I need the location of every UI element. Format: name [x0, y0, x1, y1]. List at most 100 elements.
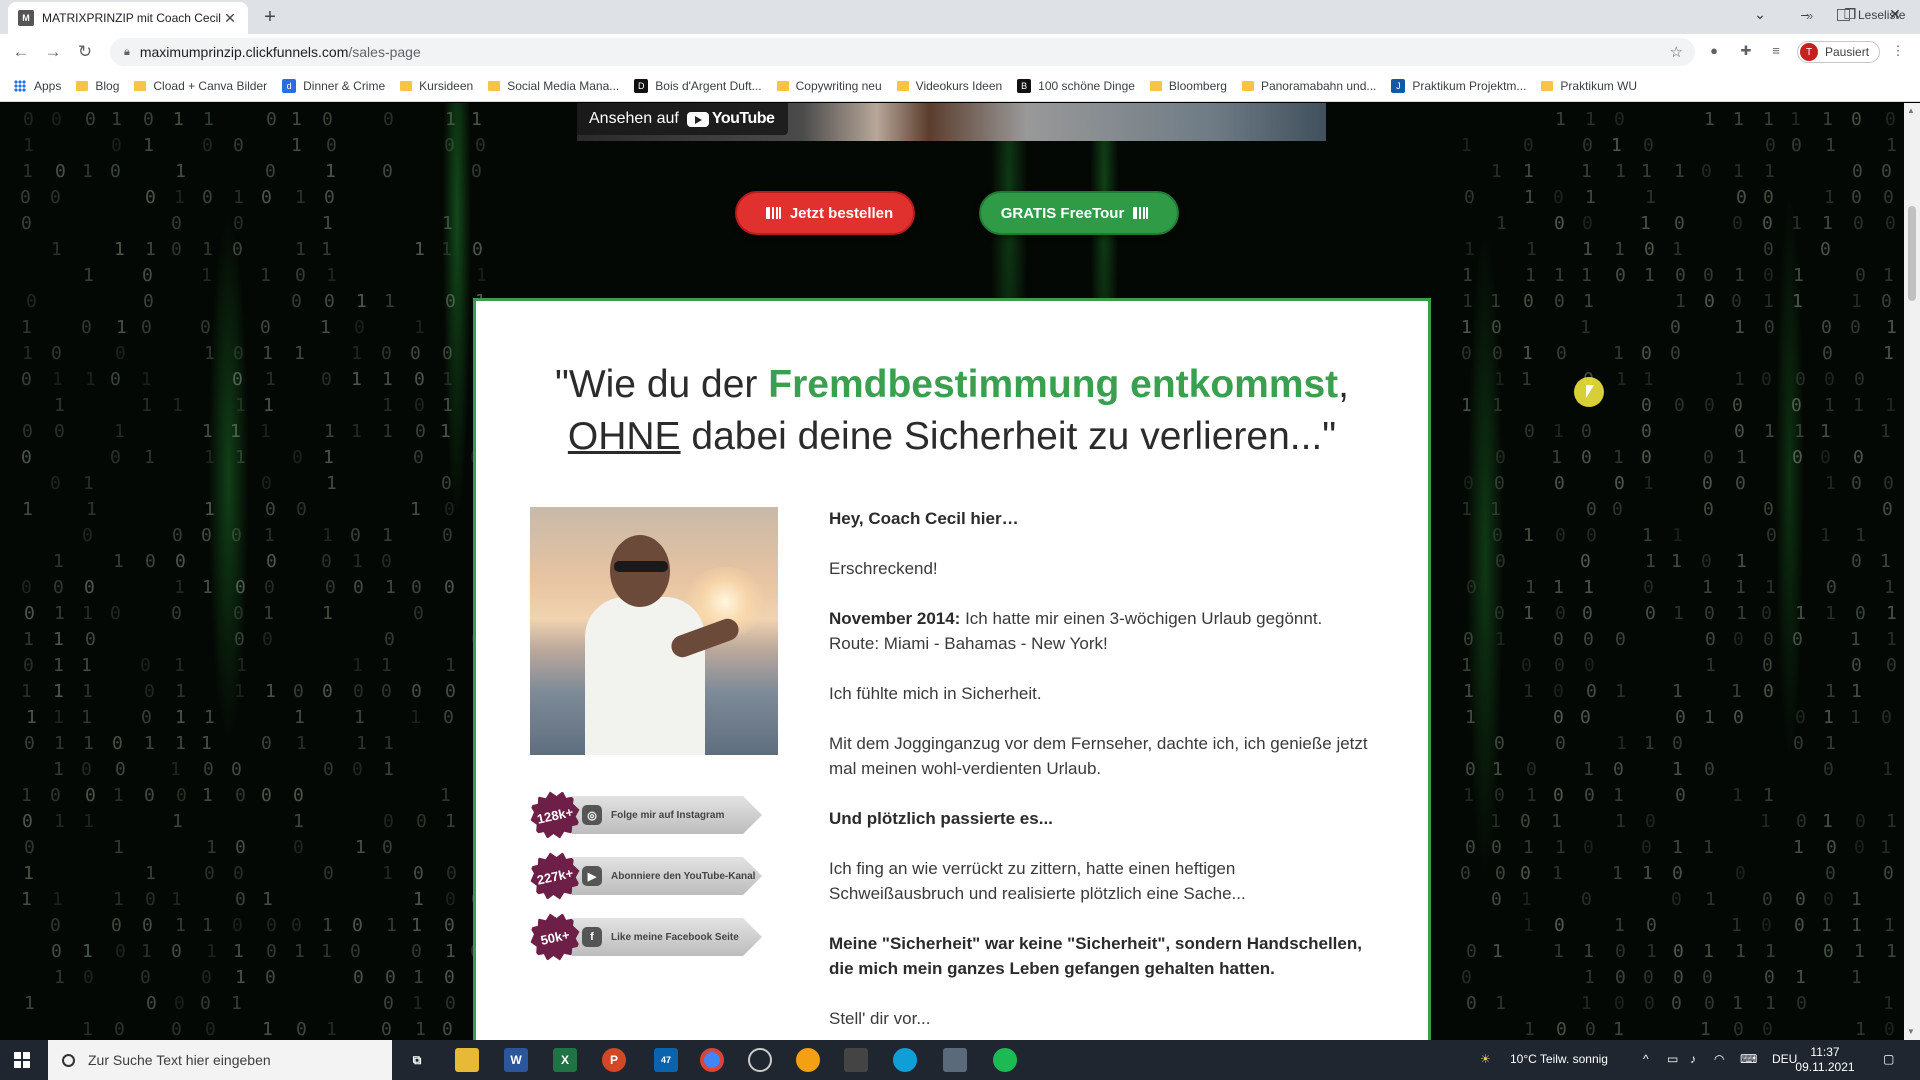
svg-text:1: 1 [1821, 915, 1832, 936]
notifications-icon[interactable]: ▢ [1883, 1052, 1894, 1066]
social-pill[interactable]: ◎ Folge mir auf Instagram [572, 796, 762, 834]
weather-text[interactable]: 10°C Teilw. sonnig [1510, 1052, 1608, 1066]
word-icon[interactable]: W [504, 1048, 528, 1072]
svg-text:0: 0 [1735, 863, 1746, 884]
wifi-icon[interactable]: ◠ [1714, 1052, 1724, 1066]
bookmark-item[interactable]: Blog [76, 79, 119, 93]
svg-text:1: 1 [471, 109, 482, 130]
system-clock[interactable]: 11:37 09.11.2021 [1795, 1045, 1855, 1075]
clock-date: 09.11.2021 [1795, 1060, 1855, 1074]
keyboard-icon[interactable]: ⌨ [1740, 1052, 1757, 1066]
svg-text:0: 0 [1556, 1019, 1567, 1040]
tray-overflow-icon[interactable]: ^ [1643, 1052, 1649, 1066]
tab-search-icon[interactable]: ⌄ [1745, 6, 1775, 23]
embedded-video[interactable]: Ansehen auf YouTube [577, 103, 1326, 141]
browser-tab[interactable]: M MATRIXPRINZIP mit Coach Cecil ✕ [8, 2, 248, 34]
svg-text:1: 1 [1496, 213, 1507, 234]
bookmark-item[interactable]: Apps [14, 79, 61, 93]
social-link-facebook[interactable]: f Like meine Facebook Seite 50k+ [530, 913, 780, 961]
extension-adblock-icon[interactable]: ● [1704, 43, 1724, 63]
scroll-down-icon[interactable]: ▼ [1907, 1027, 1915, 1036]
svg-text:0: 0 [411, 941, 422, 962]
minimize-button[interactable]: – [1790, 6, 1820, 22]
bookmark-label: Dinner & Crime [303, 78, 386, 93]
reading-list-button[interactable]: Leseliste [1837, 8, 1905, 22]
svg-text:0: 0 [145, 551, 156, 572]
back-button[interactable]: ← [10, 42, 32, 62]
notepad-icon[interactable] [943, 1048, 967, 1072]
social-pill[interactable]: f Like meine Facebook Seite [572, 918, 762, 956]
watch-on-youtube-button[interactable]: Ansehen auf YouTube [577, 103, 789, 135]
svg-text:0: 0 [1701, 161, 1712, 182]
bookmark-item[interactable]: Videokurs Ideen [896, 79, 1002, 93]
bookmark-star-icon[interactable]: ☆ [1670, 43, 1683, 61]
social-link-instagram[interactable]: ◎ Folge mir auf Instagram 128k+ [530, 791, 780, 839]
free-tour-button[interactable]: GRATIS FreeTour [979, 191, 1179, 235]
app-icon[interactable] [796, 1048, 820, 1072]
start-windows-icon[interactable] [14, 1052, 30, 1068]
task-view-icon[interactable]: ⧉ [405, 1048, 429, 1072]
chrome-icon[interactable] [700, 1048, 724, 1072]
svg-text:0: 0 [1582, 603, 1593, 624]
scrollbar-thumb[interactable] [1908, 206, 1916, 301]
bookmarks-overflow-button[interactable]: » [1806, 8, 1813, 23]
svg-text:1: 1 [113, 837, 124, 858]
bookmark-item[interactable]: Cload + Canva Bilder [134, 79, 267, 93]
svg-text:1: 1 [1525, 265, 1536, 286]
tab-close-icon[interactable]: ✕ [222, 10, 238, 27]
order-now-button[interactable]: Jetzt bestellen [735, 191, 915, 235]
bookmark-item[interactable]: J Praktikum Projektm... [1391, 78, 1526, 93]
spotify-icon[interactable] [993, 1048, 1017, 1072]
svg-text:0: 0 [1704, 291, 1715, 312]
forward-button[interactable]: → [42, 42, 64, 62]
svg-text:1: 1 [1855, 525, 1866, 546]
bookmark-item[interactable]: Bloomberg [1149, 79, 1227, 93]
bookmark-item[interactable]: D Bois d'Argent Duft... [634, 78, 762, 93]
mail-icon[interactable]: 47 [654, 1048, 678, 1072]
site-favicon-icon: d [282, 78, 297, 93]
svg-text:1: 1 [384, 291, 395, 312]
bookmark-item[interactable]: Kursideen [400, 79, 473, 93]
reload-button[interactable]: ↻ [74, 42, 96, 62]
svg-text:1: 1 [1886, 941, 1897, 962]
bookmark-item[interactable]: B 100 schöne Dinge [1017, 78, 1135, 93]
network-icon[interactable]: ▭ [1667, 1052, 1678, 1066]
svg-text:1: 1 [54, 811, 65, 832]
social-pill[interactable]: ▶ Abonniere den YouTube-Kanal [572, 857, 762, 895]
bookmark-item[interactable]: Praktikum WU [1541, 79, 1637, 93]
media-queue-icon[interactable]: ≡ [1766, 43, 1786, 63]
social-link-youtube[interactable]: ▶ Abonniere den YouTube-Kanal 227k+ [530, 852, 780, 900]
photo-sunglasses [614, 561, 668, 572]
svg-text:1: 1 [174, 577, 185, 598]
excel-icon[interactable]: X [553, 1048, 577, 1072]
extensions-puzzle-icon[interactable]: ✚ [1736, 43, 1756, 63]
svg-text:1: 1 [1883, 343, 1894, 364]
svg-text:0: 0 [1495, 863, 1506, 884]
powerpoint-icon[interactable]: P [602, 1048, 626, 1072]
svg-text:1: 1 [356, 291, 367, 312]
profile-button[interactable]: T Pausiert [1797, 41, 1881, 63]
input-language[interactable]: DEU [1772, 1052, 1797, 1066]
svg-text:0: 0 [1643, 135, 1654, 156]
bookmark-item[interactable]: Copywriting neu [776, 79, 882, 93]
scroll-up-icon[interactable]: ▲ [1907, 106, 1915, 115]
file-explorer-icon[interactable] [455, 1048, 479, 1072]
new-tab-button[interactable]: + [258, 6, 282, 29]
bookmark-item[interactable]: d Dinner & Crime [282, 78, 386, 93]
svg-text:1: 1 [1615, 681, 1626, 702]
camera-app-icon[interactable] [748, 1048, 772, 1072]
menu-kebab-icon[interactable]: ⋮ [1888, 43, 1908, 63]
page-scrollbar[interactable]: ▲ ▼ [1904, 103, 1920, 1040]
address-bar[interactable]: 🔒︎ maximumprinzip.clickfunnels.com/sales… [110, 38, 1695, 66]
taskbar-search[interactable]: Zur Suche Text hier eingeben [48, 1040, 392, 1080]
volume-icon[interactable]: ♪ [1690, 1052, 1696, 1066]
bookmark-item[interactable]: Panoramabahn und... [1241, 79, 1376, 93]
svg-text:1: 1 [81, 655, 92, 676]
svg-text:1: 1 [143, 135, 154, 156]
edge-icon[interactable] [893, 1048, 917, 1072]
paint-icon[interactable] [844, 1048, 868, 1072]
bookmark-item[interactable]: Social Media Mana... [488, 79, 619, 93]
bookmark-label: Kursideen [419, 78, 474, 93]
svg-text:0: 0 [411, 681, 422, 702]
svg-text:1: 1 [1612, 863, 1623, 884]
